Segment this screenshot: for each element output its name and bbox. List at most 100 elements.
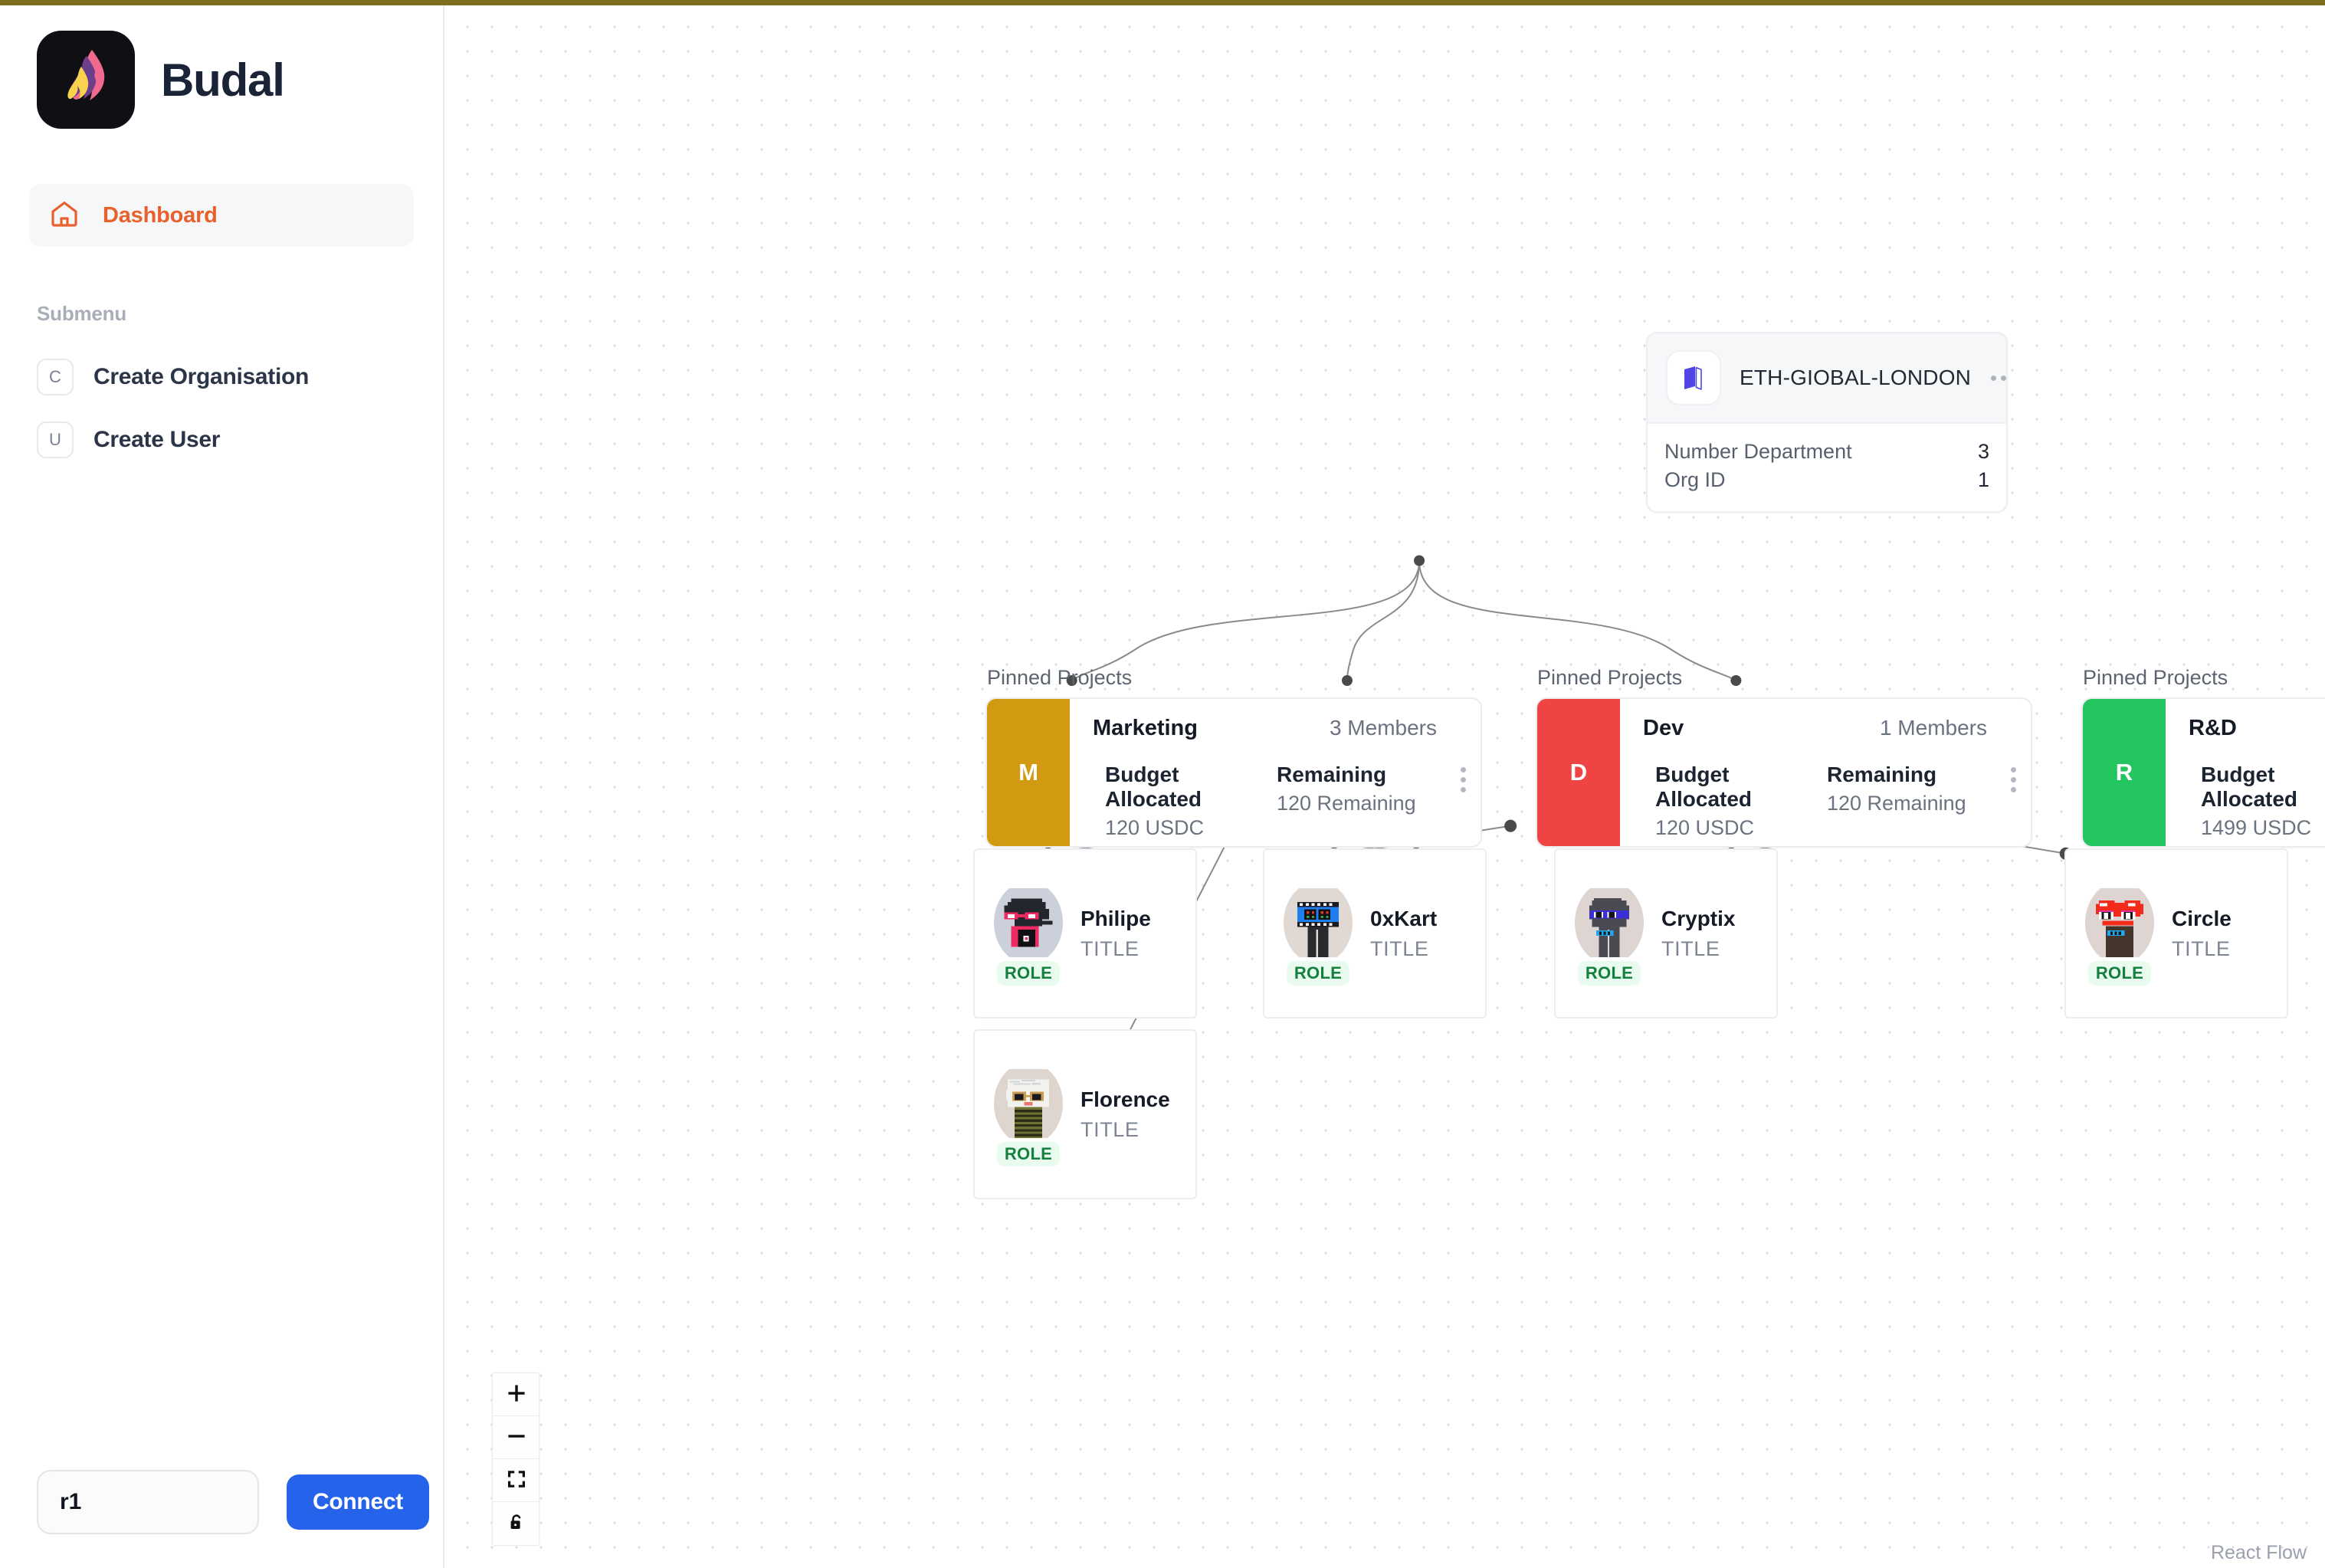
budget-allocated-label: Budget Allocated <box>1105 763 1202 811</box>
budget-allocated-value: 120 USDC <box>1105 816 1205 839</box>
department-header-row: R&D 2 Members <box>2189 716 2325 741</box>
department-caption: Pinned Projects <box>2083 666 2228 689</box>
budget-remaining-value: 120 Remaining <box>1277 792 1416 815</box>
fit-view-button[interactable] <box>493 1459 539 1502</box>
shortcut-key-u: U <box>37 422 74 458</box>
avatar-container: ROLE <box>1569 881 1649 986</box>
department-member-count: 1 Members <box>1879 716 1987 740</box>
budget-allocated-label: Budget Allocated <box>2201 763 2298 811</box>
department-card[interactable]: D Dev 1 Members Budget Allocated 120 USD… <box>1536 697 2032 848</box>
budget-remaining-value: 120 Remaining <box>1827 792 1966 815</box>
wallet-input[interactable] <box>37 1470 259 1534</box>
department-node-marketing[interactable]: Pinned Projects M Marketing 3 Members Bu… <box>985 666 1482 848</box>
minus-icon <box>507 1426 526 1448</box>
sidebar: Budal Dashboard Submenu C Create Organis… <box>0 0 444 1568</box>
sidebar-item-create-organisation[interactable]: C Create Organisation <box>29 346 414 408</box>
department-caption: Pinned Projects <box>1537 666 1683 689</box>
sidebar-item-create-user[interactable]: U Create User <box>29 408 414 471</box>
budget-allocated-value: 120 USDC <box>1655 816 1755 839</box>
primary-nav: Dashboard <box>0 184 443 247</box>
pixel-avatar-circle <box>2085 888 2154 957</box>
user-name: Florence <box>1081 1087 1170 1111</box>
user-role-badge: ROLE <box>1286 961 1350 986</box>
sidebar-footer: Connect <box>0 1470 444 1568</box>
department-card-body: R&D 2 Members Budget Allocated 1499 USDC… <box>2166 699 2325 846</box>
sidebar-item-dashboard[interactable]: Dashboard <box>29 184 414 247</box>
department-name: Marketing <box>1093 716 1198 740</box>
submenu-heading: Submenu <box>37 302 127 325</box>
zoom-in-button[interactable] <box>493 1373 539 1416</box>
organisation-stat-label: Number Department <box>1664 440 1852 463</box>
avatar-container: ROLE <box>989 881 1068 986</box>
brand: Budal <box>0 5 443 129</box>
user-meta: Cryptix TITLE <box>1657 907 1735 961</box>
department-budget-allocated: Budget Allocated 120 USDC <box>1655 763 1827 840</box>
sidebar-item-create-user-label: Create User <box>93 427 221 452</box>
user-role-badge: ROLE <box>1577 961 1641 986</box>
user-node-circle[interactable]: ROLE Circle TITLE <box>2064 848 2288 1019</box>
department-budget-remaining: Remaining 120 Remaining <box>1277 763 1461 815</box>
user-title: TITLE <box>1081 937 1140 960</box>
avatar-container: ROLE <box>989 1062 1068 1166</box>
user-name: Circle <box>2172 906 2232 930</box>
department-member-count: 3 Members <box>1329 716 1437 740</box>
user-role-badge: ROLE <box>996 1142 1061 1166</box>
user-name: Philipe <box>1081 906 1151 930</box>
user-node-0xkart[interactable]: ROLE 0xKart TITLE <box>1263 848 1487 1019</box>
toggle-interactivity-button[interactable] <box>493 1502 539 1545</box>
open-book-icon <box>1666 350 1721 405</box>
department-node-rd[interactable]: Pinned Projects R R&D 2 Members Budget A… <box>2081 666 2325 848</box>
organisation-stat-row: Org ID 1 <box>1664 466 1989 494</box>
budget-allocated-value: 1499 USDC <box>2201 816 2312 839</box>
user-meta: Florence TITLE <box>1076 1087 1170 1142</box>
organisation-stat-row: Number Department 3 <box>1664 438 1989 466</box>
user-name: 0xKart <box>1370 906 1438 930</box>
department-card[interactable]: R R&D 2 Members Budget Allocated 1499 US… <box>2081 697 2325 848</box>
flow-controls <box>492 1373 539 1546</box>
zoom-out-button[interactable] <box>493 1416 539 1459</box>
more-vertical-icon[interactable] <box>1461 763 1469 792</box>
department-name: R&D <box>2189 716 2237 740</box>
department-card-body: Dev 1 Members Budget Allocated 120 USDC … <box>1620 699 2031 846</box>
department-initial-badge: M <box>987 699 1070 846</box>
user-meta: Circle TITLE <box>2167 907 2232 961</box>
submenu-list: C Create Organisation U Create User <box>0 346 443 471</box>
user-node-cryptix[interactable]: ROLE Cryptix TITLE <box>1554 848 1778 1019</box>
department-card-body: Marketing 3 Members Budget Allocated 120… <box>1070 699 1481 846</box>
pixel-avatar-0xkart <box>1284 888 1353 957</box>
department-name: Dev <box>1643 716 1684 740</box>
connect-button[interactable]: Connect <box>287 1475 429 1530</box>
department-budget-row: Budget Allocated 120 USDC Remaining 120 … <box>1093 763 1469 840</box>
department-budget-row: Budget Allocated 120 USDC Remaining 120 … <box>1643 763 2019 840</box>
organisation-node[interactable]: ETH-GIOBAL-LONDON Number Department 3 Or… <box>1646 332 2008 513</box>
avatar-container: ROLE <box>1278 881 1358 986</box>
department-initial-badge: D <box>1537 699 1620 846</box>
more-vertical-icon[interactable] <box>2011 763 2019 792</box>
user-name: Cryptix <box>1661 906 1736 930</box>
avatar-container: ROLE <box>2080 881 2159 986</box>
organisation-node-header: ETH-GIOBAL-LONDON <box>1648 333 2006 424</box>
department-caption: Pinned Projects <box>987 666 1133 689</box>
more-horizontal-icon[interactable] <box>1989 371 2006 385</box>
user-meta: Philipe TITLE <box>1076 907 1151 961</box>
department-card[interactable]: M Marketing 3 Members Budget Allocated 1… <box>985 697 1482 848</box>
budget-remaining-label: Remaining <box>1277 763 1387 786</box>
user-node-florence[interactable]: ROLE Florence TITLE <box>973 1029 1197 1199</box>
user-title: TITLE <box>2172 937 2231 960</box>
react-flow-attribution[interactable]: React Flow <box>2211 1542 2307 1564</box>
lock-icon <box>507 1513 526 1535</box>
budget-remaining-label: Remaining <box>1827 763 1937 786</box>
department-budget-remaining: Remaining 120 Remaining <box>1827 763 2011 815</box>
user-node-philipe[interactable]: ROLE Philipe TITLE <box>973 848 1197 1019</box>
flame-logo-icon <box>37 31 135 129</box>
department-initial-badge: R <box>2083 699 2166 846</box>
user-title: TITLE <box>1661 937 1720 960</box>
flow-canvas[interactable]: ETH-GIOBAL-LONDON Number Department 3 Or… <box>444 5 2325 1568</box>
department-budget-row: Budget Allocated 1499 USDC Remaining 149… <box>2189 763 2325 840</box>
user-meta: 0xKart TITLE <box>1366 907 1437 961</box>
department-header-row: Dev 1 Members <box>1643 716 2019 741</box>
user-role-badge: ROLE <box>996 961 1061 986</box>
department-budget-allocated: Budget Allocated 120 USDC <box>1105 763 1277 840</box>
department-node-dev[interactable]: Pinned Projects D Dev 1 Members Budget A… <box>1536 666 2032 848</box>
pixel-avatar-cryptix <box>1575 888 1644 957</box>
